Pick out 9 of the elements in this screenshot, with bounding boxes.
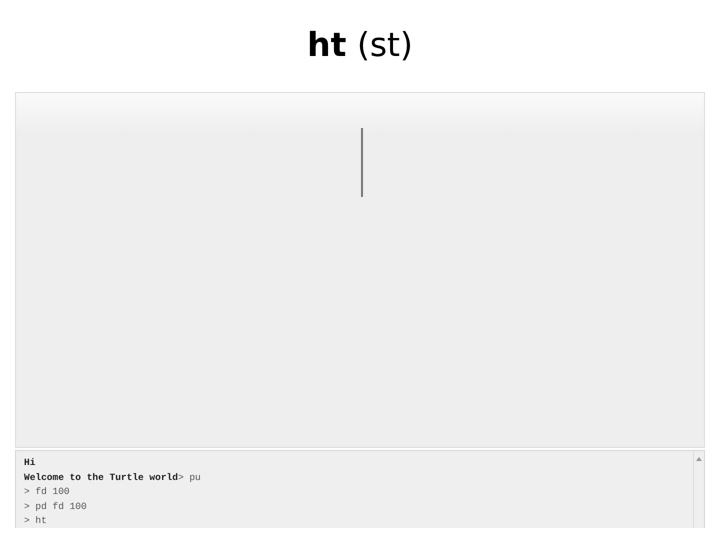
console-line: Welcome to the Turtle world> pu (24, 470, 202, 484)
console-line: > fd 100 (24, 485, 71, 498)
console-line: > ht (24, 514, 48, 528)
console-line: Hi (24, 456, 36, 470)
trail-line (361, 128, 363, 197)
scrollbar[interactable] (693, 451, 704, 528)
console-line: > pd fd 100 (24, 500, 88, 513)
scroll-up-icon[interactable] (696, 457, 702, 461)
slide-title: ht (st) (307, 24, 413, 66)
